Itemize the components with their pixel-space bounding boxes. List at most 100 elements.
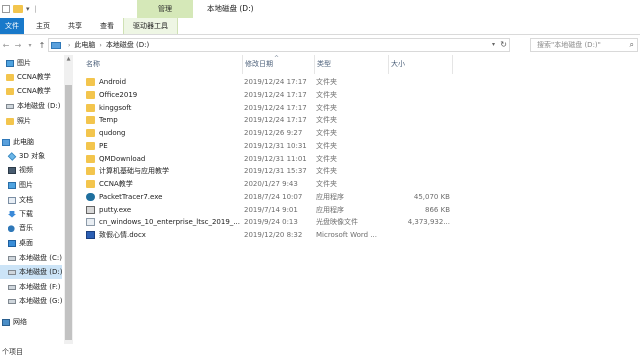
properties-icon[interactable] [2,5,10,13]
file-row[interactable]: PacketTracer7.exe 2018/7/24 10:07 应用程序 45,0… [74,191,454,204]
file-name: putty.exe [99,205,132,214]
column-header-size[interactable]: 大小 [388,55,452,74]
nav-item[interactable]: 网络 [0,315,62,329]
nav-item[interactable]: 照片 [0,114,62,128]
pictures-icon [8,181,16,189]
tab-home[interactable]: 主页 [24,18,59,34]
nav-item-label: 此电脑 [13,138,34,146]
breadcrumb-drive-d[interactable]: 本地磁盘 (D:) [106,40,149,50]
drive-icon [8,298,16,304]
file-type: 文件夹 [316,154,337,163]
file-date: 2019/12/31 11:01 [244,154,307,163]
tab-drive-tools[interactable]: 驱动器工具 [123,18,178,34]
file-type: 文件夹 [316,116,337,125]
nav-item[interactable]: 图片 [0,56,62,70]
nav-item[interactable]: 本地磁盘 (F:) [0,280,62,294]
nav-item[interactable]: CCNA教学 [0,70,62,84]
file-size: 4,373,932... [407,218,450,227]
window-title: 本地磁盘 (D:) [207,4,254,13]
file-row[interactable]: kinggsoft 2019/12/24 17:17 文件夹 [74,102,454,115]
file-name: Android [99,78,127,86]
file-row[interactable]: cn_windows_10_enterprise_ltsc_2019_... 20… [74,216,454,229]
scroll-up-icon[interactable]: ▲ [64,56,73,62]
nav-item[interactable]: CCNA教学 [0,84,62,98]
navigation-scroll-thumb[interactable] [65,85,72,340]
file-row[interactable]: Android 2019/12/24 17:17 文件夹 [74,76,454,89]
navigation-scrollbar[interactable]: ▲ ▼ [64,55,73,352]
download-icon [8,210,16,218]
nav-item[interactable]: 音乐 [0,221,62,235]
file-row[interactable]: CCNA教学 2020/1/27 9:43 文件夹 [74,178,454,191]
file-name: Office2019 [99,90,138,99]
nav-item[interactable]: 桌面 [0,236,62,250]
customize-toolbar-icon[interactable]: ▾ [26,5,30,13]
back-icon[interactable]: ← [0,41,12,50]
file-type: 光盘映像文件 [316,218,358,227]
putty-icon [86,205,95,214]
file-row[interactable]: putty.exe 2019/7/14 9:01 应用程序 866 KB [74,204,454,217]
tab-view[interactable]: 查看 [91,18,123,34]
tab-share[interactable]: 共享 [59,18,91,34]
column-header-date[interactable]: 修改日期 [242,55,314,74]
breadcrumb-separator[interactable]: › [99,42,101,49]
file-list: ^ 名称 修改日期 类型 大小 Android 2019/12/24 17:17 文… [74,55,640,352]
nav-item[interactable]: 本地磁盘 (C:) [0,251,62,265]
nav-item[interactable]: 下载 [0,207,62,221]
column-header-type[interactable]: 类型 [314,55,388,74]
tab-file[interactable]: 文件 [0,18,24,34]
address-history-icon[interactable]: ▾ [492,41,495,48]
file-row[interactable]: Office2019 2019/12/24 17:17 文件夹 [74,89,454,102]
nav-item-label: 网络 [13,318,27,326]
nav-item[interactable]: 视频 [0,163,62,177]
ribbon-tabs: 文件 主页 共享 查看 驱动器工具 [0,18,640,35]
up-icon[interactable]: ↑ [36,41,48,50]
file-type: 文件夹 [316,141,337,150]
nav-item[interactable]: 本地磁盘 (D:) [0,99,62,113]
nav-item[interactable]: 图片 [0,178,62,192]
file-name: PE [99,141,108,150]
breadcrumb-this-pc[interactable]: 此电脑 [74,40,95,50]
file-row[interactable]: 计算机基础与应用教学 2019/12/31 15:37 文件夹 [74,165,454,178]
forward-icon[interactable]: → [12,41,24,50]
nav-item-label: 本地磁盘 (D:) [17,102,61,110]
search-input[interactable]: 搜索"本地磁盘 (D:)" [537,40,601,50]
new-folder-icon[interactable] [13,5,23,13]
file-date: 2019/12/31 15:37 [244,167,307,176]
recent-locations-icon[interactable]: ▾ [24,42,36,49]
refresh-icon[interactable]: ↻ [500,40,507,49]
column-header-name[interactable]: 名称 [74,55,242,74]
file-type: 文件夹 [316,103,337,112]
disc-image-icon [86,218,95,227]
file-date: 2019/12/24 17:17 [244,103,307,112]
nav-item[interactable]: 本地磁盘 (G:) [0,294,62,308]
nav-item[interactable]: 3D 对象 [0,149,62,163]
file-type: 文件夹 [316,129,337,137]
breadcrumb-separator[interactable]: › [68,42,70,49]
desktop-icon [8,239,16,247]
folder-icon [86,90,95,99]
folder-icon [6,87,14,95]
file-row[interactable]: QMDownload 2019/12/31 11:01 文件夹 [74,153,454,166]
computer-icon [51,41,61,49]
file-row[interactable]: Temp 2019/12/24 17:17 文件夹 [74,114,454,127]
manage-contextual-tab[interactable]: 管理 [137,0,193,18]
quick-access-toolbar: ▾ | [0,0,39,18]
nav-item-label: 本地磁盘 (C:) [19,254,62,262]
nav-item[interactable]: 此电脑 [0,135,62,149]
nav-item-label: 下载 [19,210,33,218]
search-box[interactable]: 搜索"本地磁盘 (D:)" ⌕ [530,38,638,52]
address-bar[interactable]: › 此电脑 › 本地磁盘 (D:) ▾ ↻ [48,38,510,52]
file-date: 2019/12/24 17:17 [244,116,307,125]
nav-item-label: 本地磁盘 (G:) [19,297,62,305]
file-date: 2018/7/24 10:07 [244,192,303,201]
file-type: 应用程序 [316,192,344,201]
file-row[interactable]: PE 2019/12/31 10:31 文件夹 [74,140,454,153]
file-name: PacketTracer7.exe [99,192,163,201]
file-row[interactable]: qudong 2019/12/26 9:27 文件夹 [74,127,454,140]
nav-item[interactable]: 本地磁盘 (D:) [0,265,62,279]
file-row[interactable]: 致假心情.docx 2019/12/20 8:32 Microsoft Word .… [74,229,454,242]
search-icon[interactable]: ⌕ [630,40,634,50]
column-divider[interactable] [452,55,453,74]
file-date: 2019/12/20 8:32 [244,231,303,239]
nav-item[interactable]: 文档 [0,193,62,207]
